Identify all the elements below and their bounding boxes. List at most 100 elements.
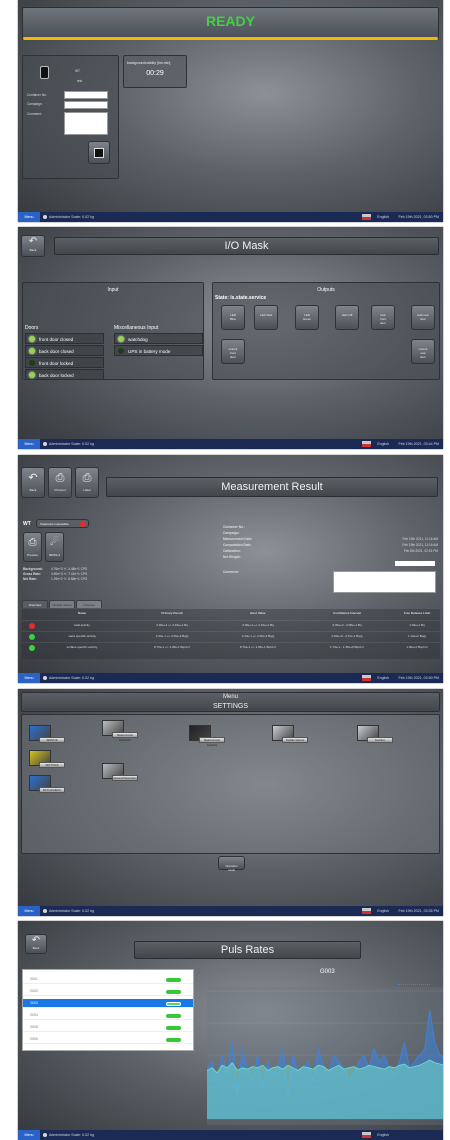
output-button[interactable]: unlock rear door [411,339,435,364]
input-panel: Input Doors front door closed back door c… [22,282,204,380]
status-dot [29,645,35,651]
menu-tile-nuclides[interactable]: Nuclides [357,725,397,745]
table-row: total activity 2.30e+1 +/- 2.10e+1 Bq 2.30… [22,620,440,629]
toolbar-button-protocol[interactable]: ⎙ Protocol [48,467,72,498]
table-cell: 1.73e-1 - 1.35e+0 Bq/cm² [329,645,365,649]
campaign-input[interactable] [64,101,108,109]
taskbar-user-text: Administrator Scale: 0.02 kg [49,442,94,446]
status-led-icon [29,348,35,354]
list-item[interactable]: G005 [23,1023,193,1032]
tab-nuclide-vector[interactable]: Nuclide Vector [49,600,75,608]
comment-box[interactable] [333,571,436,593]
taskbar-menu-button[interactable]: Menu [18,906,40,916]
sub-button-preview[interactable]: ⎙ Preview [23,532,42,562]
flag-icon[interactable] [362,1132,371,1138]
flag-icon[interactable] [362,675,371,681]
page-title-text: I/O Mask [224,240,269,252]
input-title: Input [107,287,119,293]
taskbar-user-text: Administrator Scale: 0.02 kg [49,215,94,219]
output-button[interactable]: lock front door [371,305,395,330]
table-cell: 2.34e-1 +/- 2.06e-2 Bq/g [241,634,275,638]
output-button[interactable]: lock rear door [411,305,435,330]
table-cell: 0.00e+0 - 2.08e+1 Bq [332,623,362,627]
toolbar-button-label[interactable]: ⎙ Label [75,467,99,498]
taskbar-menu-button[interactable]: Menu [18,673,40,683]
output-button[interactable]: LED Red [254,305,278,330]
table-cell: 2.34e-1 +/- 2.06e-2 Bq/g [155,634,189,638]
menu-tile-general-parameters[interactable]: General Parameters [102,763,142,783]
screen-puls-rates: ↶ Back Puls Rates G001 G002 G003 G004 G005 G0… [18,921,443,1140]
back-label: Back [29,248,37,252]
tab-overview[interactable]: Overview [22,600,48,608]
taskbar-user: Administrator Scale: 0.02 kg [43,212,94,222]
device-label: WT [23,521,31,527]
info-value: Feb 19th 2021, 11:16 AM [402,537,438,541]
list-item[interactable]: G006 [23,1035,193,1044]
flag-icon[interactable] [362,908,371,914]
list-item-label: G004 [30,1013,38,1017]
menu-tile-settings[interactable]: SETTINGS [29,750,69,770]
screen-ready: READY WT test Container No: Campaign: Co… [18,0,443,222]
list-item[interactable]: G001 [23,975,193,984]
list-item[interactable]: G004 [23,1011,193,1020]
back-button[interactable]: ↶ Back [25,934,47,954]
list-item-label: G003 [30,1001,38,1005]
tab-channel[interactable]: Channel [76,600,102,608]
net-weight-input[interactable] [395,561,435,566]
menu-tile-label: Nuclide Vectors [282,737,308,743]
save-button[interactable] [88,141,110,164]
status-led-icon [29,360,35,366]
taskbar: Menu Administrator Scale: 0.02 kg Englis… [18,1130,443,1140]
info-label: Computation Date: [223,543,252,547]
info-label: Comment: [223,570,239,574]
taskbar-time: Feb 19th 2021, 03:50 PM [398,215,439,219]
bg-title: backgroundvalidity [hrs:min] [127,61,171,65]
taskbar-menu-button[interactable]: Menu [18,1130,40,1140]
toolbar-button-back[interactable]: ↶ Back [21,467,45,498]
screen-menu-settings: Menu SETTINGS SERVICE Measurement Paramet… [18,689,443,916]
output-button[interactable]: LED Blue [221,305,245,330]
flag-icon[interactable] [362,214,371,220]
taskbar-user: Administrator Scale: 0.02 kg [43,1130,94,1140]
output-button[interactable]: LED Off [335,305,359,330]
menu-tile-label: SETTINGS [39,762,65,768]
taskbar-user: Administrator Scale: 0.02 kg [43,439,94,449]
stat-key: Gross Rate: [23,572,42,576]
stat-value: 1.29e+2 +/- 8.58e+1 CPS [51,577,88,581]
output-button[interactable]: LED Green [295,305,319,330]
flag-icon[interactable] [362,441,371,447]
status-led-icon [29,372,35,378]
menu-tile-batchcheck[interactable]: BATCHCHECK [29,775,69,795]
sub-button-mrss[interactable]: ☄ MRSS-2 [45,532,64,562]
container-input[interactable] [64,91,108,99]
menu-tile-measurement-capacity[interactable]: Measurement Capacity [189,725,229,747]
menu-tile-measurement-parameter[interactable]: Measurement Parameter [102,720,142,742]
series-2-area [207,1060,443,1119]
menu-tile-nuclide-vectors[interactable]: Nuclide Vectors [272,725,312,745]
output-button[interactable]: unlock front door [221,339,245,364]
toolbar-button-label: Back [29,488,37,492]
list-item[interactable]: G002 [23,987,193,996]
taskbar-user: Administrator Scale: 0.02 kg [43,673,94,683]
status-bar [166,1014,181,1018]
taskbar-language: English [377,1133,389,1137]
status-led-icon [118,348,124,354]
taskbar: Menu Administrator Scale: 0.02 kg Englis… [18,906,443,916]
operation-mode-button[interactable]: Operation mode [218,856,245,872]
taskbar-time: Feb 19th 2021, 03:35 PM [398,909,439,913]
status-bar [166,990,181,994]
menu-panel: SERVICE Measurement Parameter Measurement … [21,714,440,854]
comment-input[interactable] [64,112,108,135]
taskbar-menu-button[interactable]: Menu [18,212,40,222]
list-item[interactable]: G003 [23,999,193,1008]
chart-title: G003 [320,969,335,975]
back-button[interactable]: ↶ Back [21,235,45,257]
status-underline [23,37,438,40]
status-bar [166,978,181,982]
taskbar-menu-button[interactable]: Menu [18,439,40,449]
table-header-cell: Primary Result [161,611,183,615]
info-value: Feb 8th 2021, 02:15 PM [403,549,438,553]
menu-tile-service[interactable]: SERVICE [29,725,69,745]
campaign-label: Campaign: [27,102,43,106]
table-cell: 1.00e+0 Bq/cm² [406,645,428,649]
